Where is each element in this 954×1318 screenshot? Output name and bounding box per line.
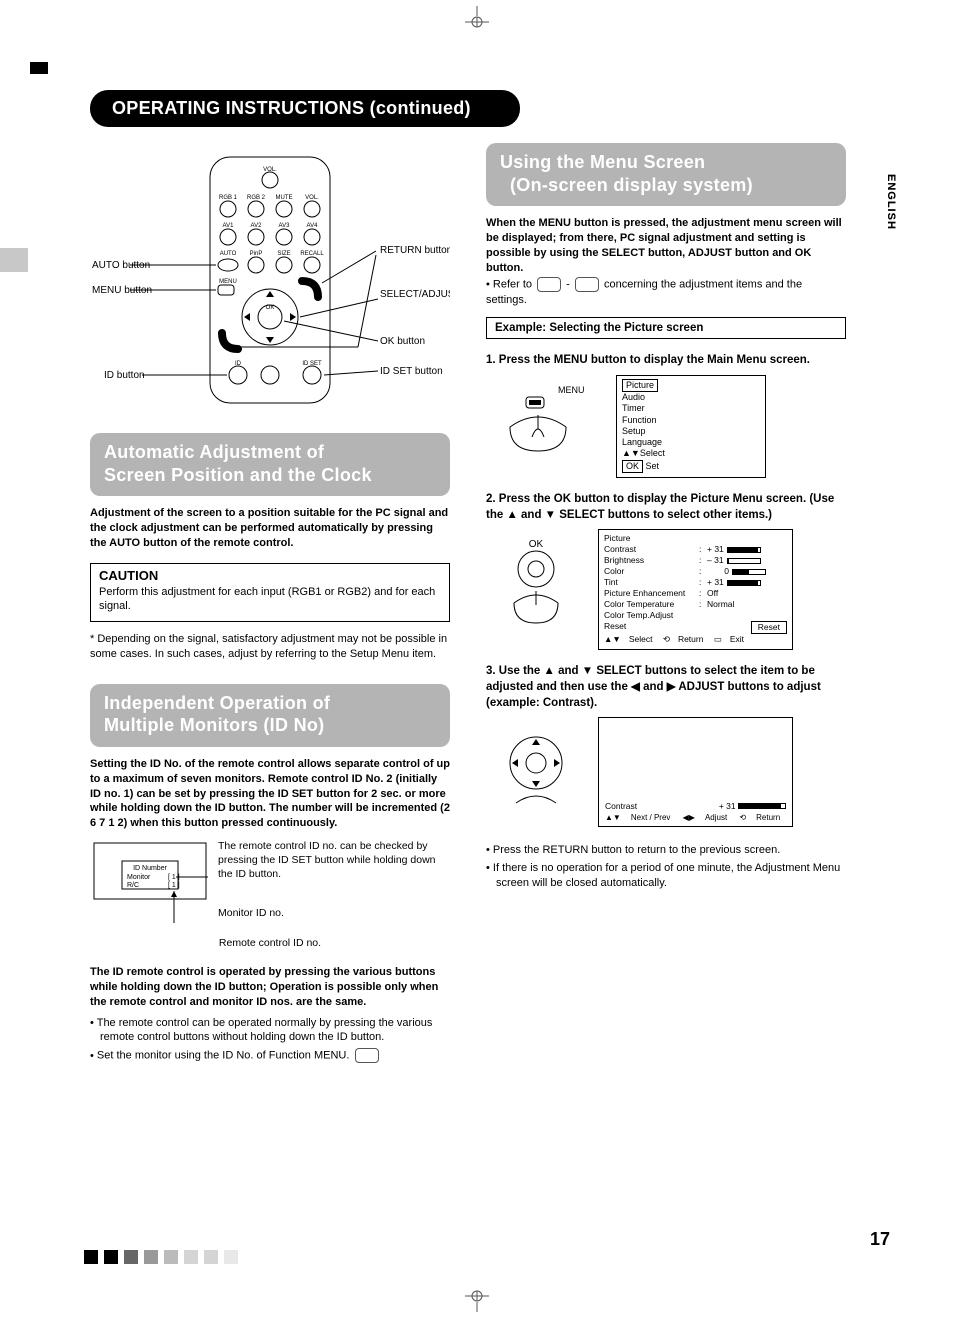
svg-text:ID SET button: ID SET button — [380, 366, 443, 377]
auto-adjust-body: Adjustment of the screen to a position s… — [90, 506, 450, 551]
svg-text:SELECT/ADJUST buttons: SELECT/ADJUST buttons — [380, 289, 450, 300]
section-heading-auto-adjust: Automatic Adjustment ofScreen Position a… — [90, 433, 450, 496]
menu-bullet-2: If there is no operation for a period of… — [486, 861, 846, 891]
svg-text:OK button: OK button — [380, 336, 425, 347]
svg-text:AV4: AV4 — [307, 223, 319, 229]
svg-text:[ 1 ]: [ 1 ] — [168, 882, 180, 889]
svg-text:AV3: AV3 — [279, 223, 291, 229]
idno-body2: The ID remote control is operated by pre… — [90, 965, 450, 1010]
svg-text:RGB 1: RGB 1 — [219, 195, 238, 201]
step-2: 2. Press the OK button to display the Pi… — [486, 492, 846, 523]
main-menu-osd: Picture Audio Timer Function Setup Langu… — [616, 375, 766, 478]
crop-mark-bottom — [447, 1288, 507, 1312]
menu-refer: • Refer to - concerning the adjustment i… — [486, 277, 846, 307]
svg-text:RECALL: RECALL — [300, 251, 324, 257]
svg-text:OK: OK — [266, 305, 275, 311]
page-title-pill: OPERATING INSTRUCTIONS (continued) — [90, 90, 520, 127]
picture-menu-osd: Picture Contrast:+ 31 Brightness:– 31 Co… — [598, 529, 793, 650]
idno-check-text: The remote control ID no. can be checked… — [218, 839, 450, 920]
section-heading-id-no: Independent Operation ofMultiple Monitor… — [90, 684, 450, 747]
section-heading-menu-screen: Using the Menu Screen (On-screen display… — [486, 143, 846, 206]
svg-text:PinP: PinP — [250, 251, 263, 257]
press-nav-illustration — [486, 721, 586, 824]
svg-text:AUTO: AUTO — [220, 251, 237, 257]
remote-diagram: VOL. RGB 1RGB 2MUTEVOL. AV1AV2AV3AV4 AUT… — [90, 149, 450, 419]
press-ok-illustration: OK — [486, 533, 586, 636]
svg-text:MENU: MENU — [219, 279, 237, 285]
auto-adjust-note: * Depending on the signal, satisfactory … — [90, 632, 450, 662]
svg-text:SIZE: SIZE — [277, 251, 290, 257]
svg-text:R/C: R/C — [127, 882, 139, 889]
language-tab: ENGLISH — [883, 170, 899, 234]
svg-text:RGB 2: RGB 2 — [247, 195, 266, 201]
svg-text:AUTO button: AUTO button — [92, 260, 150, 271]
svg-text:Monitor: Monitor — [127, 874, 151, 881]
page-number: 17 — [870, 1229, 890, 1250]
svg-text:ID button: ID button — [104, 370, 145, 381]
page-ref-icon — [537, 277, 561, 292]
page-ref-icon — [575, 277, 599, 292]
svg-text:AV2: AV2 — [251, 223, 263, 229]
page-ref-icon — [355, 1048, 379, 1063]
svg-text:VOL.: VOL. — [305, 195, 319, 201]
svg-text:MENU button: MENU button — [92, 285, 152, 296]
press-menu-illustration: MENU — [486, 379, 596, 472]
greyscale-swatches — [84, 1250, 238, 1264]
example-box: Example: Selecting the Picture screen — [486, 317, 846, 339]
idno-bullet-1: The remote control can be operated norma… — [90, 1016, 450, 1046]
idno-body: Setting the ID No. of the remote control… — [90, 757, 450, 831]
caution-box: CAUTION Perform this adjustment for each… — [90, 563, 450, 623]
contrast-osd: Contrast+ 31 ▲▼Next / Prev ◀▶Adjust ⟲Ret… — [598, 717, 793, 827]
step-3: 3. Use the ▲ and ▼ SELECT buttons to sel… — [486, 664, 846, 711]
step-1: 1. Press the MENU button to display the … — [486, 353, 846, 369]
menu-intro: When the MENU button is pressed, the adj… — [486, 216, 846, 275]
id-osd-diagram: ID Number Monitor [ 1 ] R/C [ 1 ] — [90, 839, 210, 931]
svg-text:MUTE: MUTE — [276, 195, 293, 201]
svg-text:ID Number: ID Number — [133, 865, 168, 872]
idno-bullet-2: Set the monitor using the ID No. of Func… — [90, 1048, 450, 1063]
svg-text:RETURN buttons: RETURN buttons — [380, 245, 450, 256]
menu-bullet-1: Press the RETURN button to return to the… — [486, 843, 846, 858]
svg-text:AV1: AV1 — [223, 223, 235, 229]
svg-text:OK: OK — [529, 539, 544, 550]
svg-text:MENU: MENU — [558, 385, 585, 395]
remote-id-caption: Remote control ID no. — [90, 937, 450, 949]
